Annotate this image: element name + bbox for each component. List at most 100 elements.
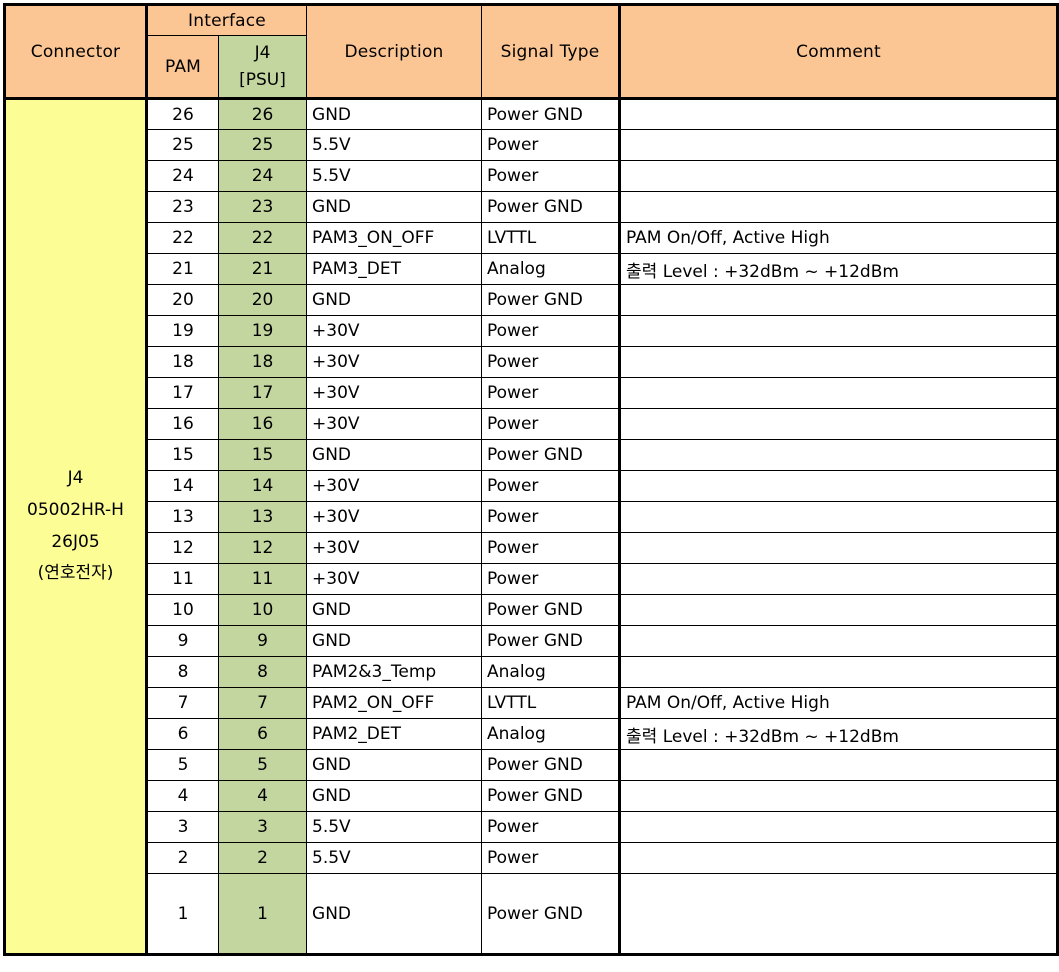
cell-j4-pin: 25 bbox=[217, 129, 308, 161]
cell-signal-type: Power bbox=[481, 377, 622, 409]
cell-comment bbox=[619, 98, 1059, 130]
cell-signal-type: Power GND bbox=[481, 749, 622, 781]
cell-j4-pin: 14 bbox=[217, 470, 308, 502]
header-row-top: Connector Interface Description Signal T… bbox=[4, 4, 1059, 100]
cell-pam-pin: 24 bbox=[146, 160, 219, 192]
cell-pam-pin: 20 bbox=[146, 284, 219, 316]
column-header-j4-label: J4 bbox=[254, 43, 271, 64]
table-row: 21 21 PAM3_DET Analog 출력 Level : +32dBm ~ +1… bbox=[5, 253, 1059, 285]
cell-signal-type: Power bbox=[481, 470, 622, 502]
cell-j4-pin: 11 bbox=[217, 563, 308, 595]
cell-comment bbox=[619, 408, 1059, 440]
table-row: 19 19 +30V Power bbox=[5, 315, 1059, 347]
cell-comment bbox=[619, 470, 1059, 502]
cell-description: 5.5V bbox=[306, 129, 483, 161]
cell-pam-pin: 13 bbox=[146, 501, 219, 533]
cell-description: +30V bbox=[306, 563, 483, 595]
cell-pam-pin: 5 bbox=[146, 749, 219, 781]
cell-comment bbox=[619, 780, 1059, 812]
cell-description: GND bbox=[306, 439, 483, 471]
cell-signal-type: Power bbox=[481, 501, 622, 533]
connector-line-2: 05002HR-H bbox=[27, 499, 124, 520]
cell-signal-type: Power GND bbox=[481, 439, 622, 471]
table-row: 12 12 +30V Power bbox=[5, 532, 1059, 564]
table-row: 20 20 GND Power GND bbox=[5, 284, 1059, 316]
cell-pam-pin: 9 bbox=[146, 625, 219, 657]
cell-j4-pin: 18 bbox=[217, 346, 308, 378]
cell-comment: 출력 Level : +32dBm ~ +12dBm bbox=[619, 718, 1059, 750]
column-header-description: Description bbox=[306, 4, 483, 100]
cell-description: GND bbox=[306, 749, 483, 781]
cell-signal-type: LVTTL bbox=[481, 222, 622, 254]
column-header-connector: Connector bbox=[4, 4, 148, 100]
connector-pinout-table: Connector Interface Description Signal T… bbox=[3, 3, 1059, 956]
cell-description: PAM2&3_Temp bbox=[306, 656, 483, 688]
table-row: 13 13 +30V Power bbox=[5, 501, 1059, 533]
connector-cell: J4 05002HR-H 26J05 (연호전자) bbox=[4, 98, 148, 955]
cell-comment bbox=[619, 749, 1059, 781]
cell-j4-pin: 7 bbox=[217, 687, 308, 719]
cell-j4-pin: 26 bbox=[217, 98, 308, 130]
cell-comment bbox=[619, 191, 1059, 223]
cell-pam-pin: 6 bbox=[146, 718, 219, 750]
cell-signal-type: Power GND bbox=[481, 873, 622, 955]
cell-pam-pin: 21 bbox=[146, 253, 219, 285]
cell-pam-pin: 8 bbox=[146, 656, 219, 688]
cell-signal-type: Power GND bbox=[481, 594, 622, 626]
cell-j4-pin: 4 bbox=[217, 780, 308, 812]
cell-description: GND bbox=[306, 284, 483, 316]
table-row: 18 18 +30V Power bbox=[5, 346, 1059, 378]
table-row: 25 25 5.5V Power bbox=[5, 129, 1059, 161]
cell-j4-pin: 1 bbox=[217, 873, 308, 955]
cell-pam-pin: 18 bbox=[146, 346, 219, 378]
cell-pam-pin: 16 bbox=[146, 408, 219, 440]
cell-pam-pin: 3 bbox=[146, 811, 219, 843]
cell-j4-pin: 2 bbox=[217, 842, 308, 874]
cell-comment bbox=[619, 842, 1059, 874]
cell-signal-type: Analog bbox=[481, 253, 622, 285]
cell-signal-type: Analog bbox=[481, 718, 622, 750]
connector-line-4: (연호전자) bbox=[37, 563, 114, 584]
table-row: 16 16 +30V Power bbox=[5, 408, 1059, 440]
table-row: 2 2 5.5V Power bbox=[5, 842, 1059, 874]
cell-description: GND bbox=[306, 191, 483, 223]
table-row: 10 10 GND Power GND bbox=[5, 594, 1059, 626]
cell-description: 5.5V bbox=[306, 811, 483, 843]
cell-pam-pin: 26 bbox=[146, 98, 219, 130]
table-row: 14 14 +30V Power bbox=[5, 470, 1059, 502]
cell-signal-type: Power GND bbox=[481, 284, 622, 316]
column-header-comment: Comment bbox=[619, 4, 1059, 100]
cell-description: PAM2_ON_OFF bbox=[306, 687, 483, 719]
cell-pam-pin: 1 bbox=[146, 873, 219, 955]
cell-j4-pin: 15 bbox=[217, 439, 308, 471]
cell-j4-pin: 17 bbox=[217, 377, 308, 409]
cell-signal-type: Power GND bbox=[481, 625, 622, 657]
cell-comment bbox=[619, 656, 1059, 688]
cell-comment bbox=[619, 501, 1059, 533]
cell-comment bbox=[619, 315, 1059, 347]
cell-j4-pin: 19 bbox=[217, 315, 308, 347]
cell-pam-pin: 12 bbox=[146, 532, 219, 564]
cell-description: +30V bbox=[306, 346, 483, 378]
table-header: Connector Interface Description Signal T… bbox=[4, 4, 1059, 100]
cell-comment: PAM On/Off, Active High bbox=[619, 687, 1059, 719]
cell-signal-type: Power bbox=[481, 315, 622, 347]
table-body: J4 05002HR-H 26J05 (연호전자) 26 26 GND Power GND 25… bbox=[4, 98, 1059, 955]
cell-pam-pin: 11 bbox=[146, 563, 219, 595]
table-row: 3 3 5.5V Power bbox=[5, 811, 1059, 843]
cell-comment bbox=[619, 873, 1059, 955]
cell-pam-pin: 19 bbox=[146, 315, 219, 347]
cell-j4-pin: 5 bbox=[217, 749, 308, 781]
cell-signal-type: Power bbox=[481, 129, 622, 161]
connector-line-3: 26J05 bbox=[51, 531, 100, 552]
cell-signal-type: Analog bbox=[481, 656, 622, 688]
table-row: 9 9 GND Power GND bbox=[5, 625, 1059, 657]
table-row: 22 22 PAM3_ON_OFF LVTTL PAM On/Off, Active H… bbox=[5, 222, 1059, 254]
cell-j4-pin: 13 bbox=[217, 501, 308, 533]
table-row: 7 7 PAM2_ON_OFF LVTTL PAM On/Off, Active Hig… bbox=[5, 687, 1059, 719]
cell-pam-pin: 22 bbox=[146, 222, 219, 254]
cell-pam-pin: 14 bbox=[146, 470, 219, 502]
cell-comment bbox=[619, 284, 1059, 316]
table-row: 6 6 PAM2_DET Analog 출력 Level : +32dBm ~ +12d… bbox=[5, 718, 1059, 750]
cell-signal-type: Power bbox=[481, 842, 622, 874]
